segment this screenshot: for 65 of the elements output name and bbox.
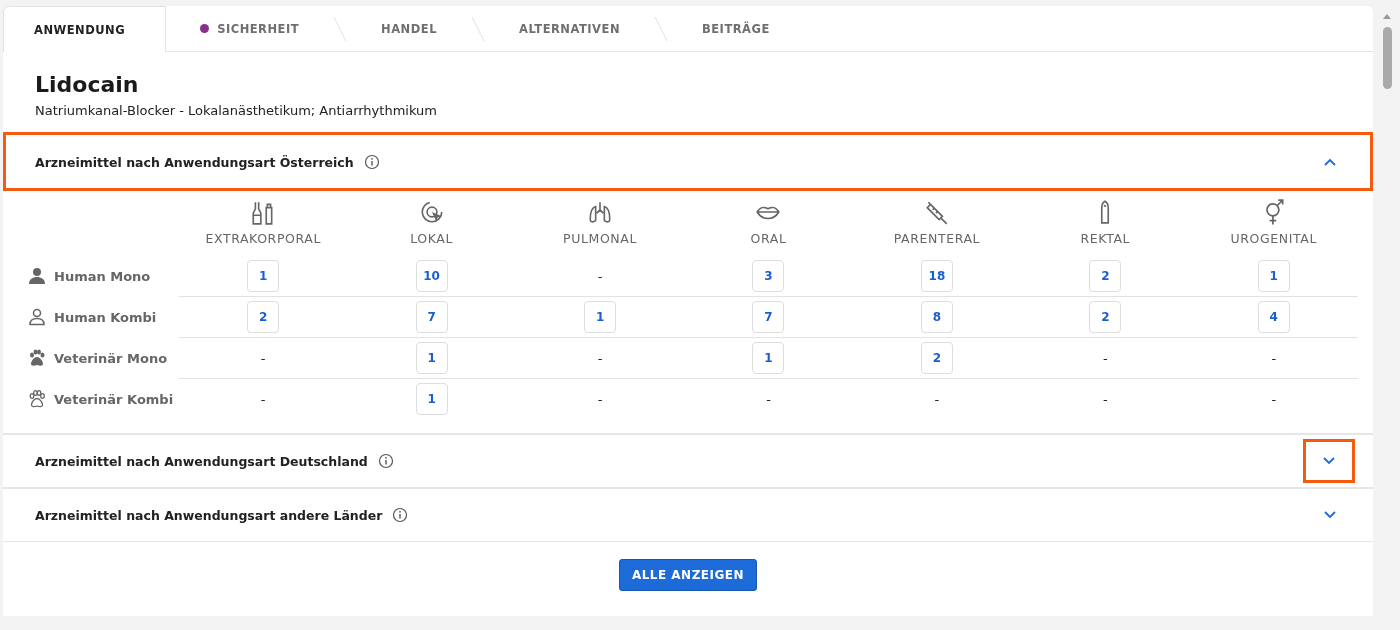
empty-value: -: [260, 350, 266, 366]
count-link[interactable]: 2: [920, 342, 953, 374]
empty-value: -: [766, 391, 771, 407]
count-link[interactable]: 7: [415, 301, 448, 333]
tab[interactable]: SICHERHEIT: [166, 6, 334, 51]
column-header: EXTRAKORPORAL: [205, 231, 321, 246]
chevron-down-icon: [1322, 456, 1336, 466]
empty-value: -: [260, 391, 266, 407]
row-label: Human Mono: [54, 268, 151, 284]
column-header: LOKAL: [410, 231, 454, 246]
syringe-icon: [923, 199, 950, 225]
section-title: Arzneimittel nach Anwendungsart Deutschland: [35, 453, 368, 469]
tab[interactable]: ALTERNATIVEN: [485, 6, 654, 51]
count-link[interactable]: 10: [415, 260, 448, 292]
paw-outline-icon: [28, 390, 46, 408]
info-icon: [392, 507, 409, 523]
row-label: Veterinär Kombi: [54, 391, 174, 407]
drug-subtitle: Natriumkanal-Blocker - Lokalanästhetikum; Antiarrhythmikum: [35, 103, 438, 118]
info-icon: [377, 453, 394, 469]
column-header: REKTAL: [1080, 231, 1131, 246]
count-link[interactable]: 18: [920, 260, 953, 292]
column-header: UROGENITAL: [1230, 231, 1317, 246]
count-link[interactable]: 1: [415, 383, 448, 415]
paw-icon: [28, 349, 46, 367]
count-link[interactable]: 3: [752, 260, 785, 292]
tab[interactable]: BEITRÄGE: [668, 6, 804, 51]
empty-value: -: [1103, 391, 1108, 407]
count-link[interactable]: 8: [920, 301, 953, 333]
empty-value: -: [1103, 350, 1108, 366]
highlighted-section-header[interactable]: Arzneimittel nach Anwendungsart Österreich: [3, 132, 1373, 191]
row-label: Human Kombi: [54, 309, 157, 325]
info-icon: [363, 154, 380, 170]
expand-button[interactable]: [1303, 439, 1355, 483]
count-link[interactable]: 1: [584, 301, 617, 333]
count-link[interactable]: 1: [415, 342, 448, 374]
count-link[interactable]: 1: [247, 260, 280, 292]
lungs-icon: [587, 199, 614, 225]
target-cursor-icon: [418, 199, 445, 225]
column-header: PULMONAL: [563, 231, 638, 246]
column-header: ORAL: [750, 231, 787, 246]
row-label: Veterinär Mono: [54, 350, 168, 366]
show-all-button[interactable]: ALLE ANZEIGEN: [618, 559, 758, 591]
section-title: Arzneimittel nach Anwendungsart Österreich: [35, 154, 354, 170]
empty-value: -: [1271, 350, 1277, 366]
person-outline-icon: [28, 308, 46, 326]
empty-value: -: [597, 268, 603, 284]
empty-value: -: [934, 391, 940, 407]
empty-value: -: [1271, 391, 1277, 407]
drug-title: Lidocain: [35, 72, 140, 97]
empty-value: -: [597, 391, 603, 407]
empty-value: -: [597, 350, 603, 366]
count-link[interactable]: 2: [1089, 260, 1122, 292]
count-link[interactable]: 2: [1089, 301, 1122, 333]
tab[interactable]: HANDEL: [347, 6, 471, 51]
chevron-down-icon: [1323, 510, 1337, 520]
count-link[interactable]: 1: [752, 342, 785, 374]
count-link[interactable]: 7: [752, 301, 785, 333]
section-title: Arzneimittel nach Anwendungsart andere Länder: [35, 507, 383, 523]
column-header: PARENTERAL: [893, 231, 981, 246]
tab[interactable]: ANWENDUNG: [3, 6, 167, 52]
count-link[interactable]: 2: [247, 301, 280, 333]
count-link[interactable]: 1: [1257, 260, 1290, 292]
chevron-up-icon: [1323, 157, 1337, 167]
person-icon: [28, 267, 46, 285]
count-link[interactable]: 4: [1257, 301, 1290, 333]
